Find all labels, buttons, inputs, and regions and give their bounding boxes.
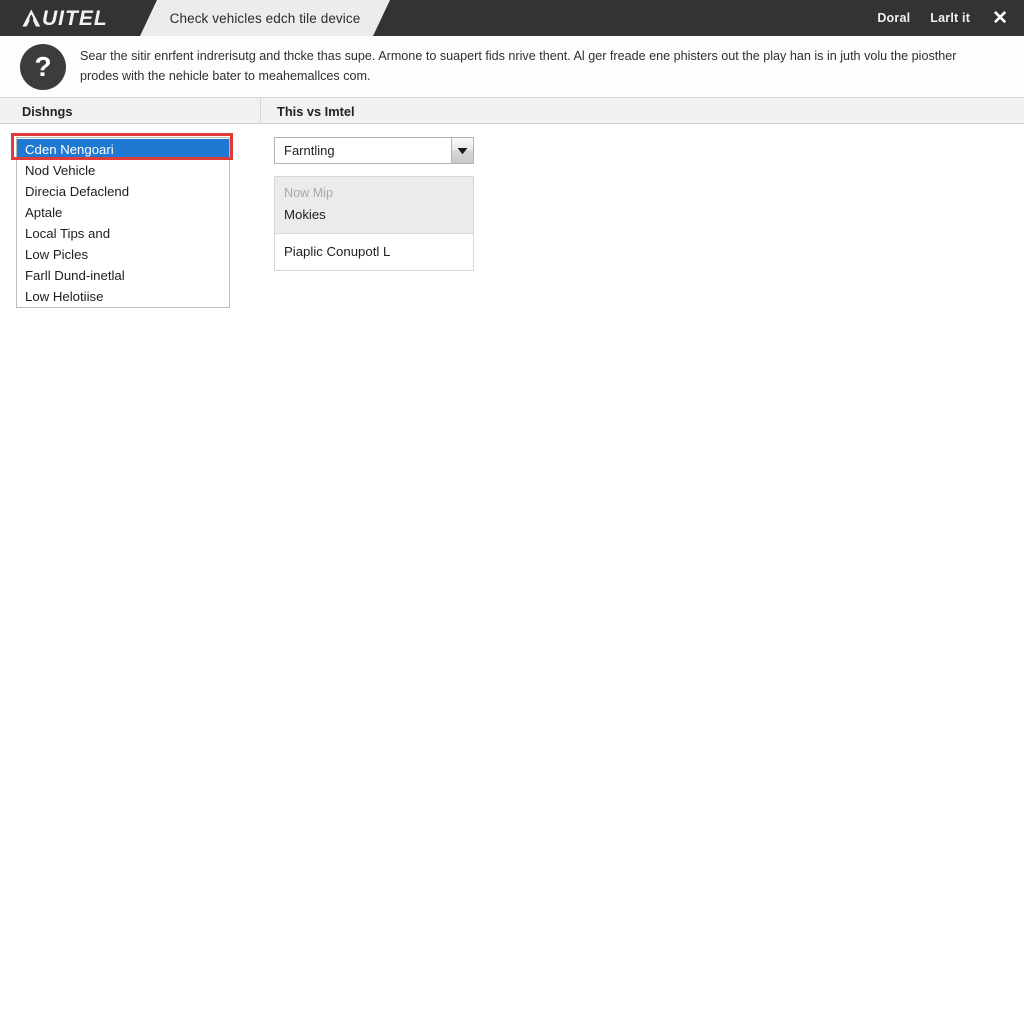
detail-panel-item[interactable]: Piaplic Conupotl L <box>284 242 473 262</box>
detail-panel: Now Mip Mokies Piaplic Conupotl L <box>274 176 474 271</box>
column-divider <box>260 98 261 124</box>
column-header-left: Dishngs <box>22 103 73 119</box>
tab-check-vehicles-label: Check vehicles edch tile device <box>169 10 361 26</box>
list-item[interactable]: Low Helotiise <box>17 286 229 307</box>
vehicle-select-dropdown[interactable]: Farntling <box>274 137 474 164</box>
column-header-bar: Dishngs This vs Imtel <box>0 98 1024 124</box>
titlebar-link-larlt-it[interactable]: Larlt it <box>930 11 970 25</box>
tab-check-vehicles[interactable]: Check vehicles edch tile device <box>140 0 390 36</box>
autel-flame-a-icon <box>22 9 41 27</box>
question-mark-icon: ? <box>20 43 66 90</box>
list-item[interactable]: Local Tips and <box>17 223 229 244</box>
list-item[interactable]: Nod Vehicle <box>17 160 229 181</box>
titlebar-actions: Doral Larlt it ✕ <box>877 0 1024 36</box>
vehicle-select-value: Farntling <box>284 143 335 158</box>
list-item[interactable]: Farll Dund-inetlal <box>17 265 229 286</box>
list-item[interactable]: Low Picles <box>17 244 229 265</box>
brand-logo-text: UITEL <box>22 8 108 29</box>
list-item[interactable]: Cden Nengoari <box>17 139 229 160</box>
detail-panel-body: Piaplic Conupotl L <box>275 233 473 270</box>
help-banner: ? Sear the sitir enrfent indrerisutg and… <box>0 36 1024 98</box>
help-banner-line-1: Sear the sitir enrfent indrerisutg and t… <box>80 48 957 63</box>
list-item[interactable]: Direcia Defaclend <box>17 181 229 202</box>
list-item[interactable]: Aptale <box>17 202 229 223</box>
help-banner-text: Sear the sitir enrfent indrerisutg and t… <box>80 47 980 86</box>
detail-panel-header: Now Mip Mokies <box>275 177 473 234</box>
help-banner-line-2: prodes with the nehicle bater to meahema… <box>80 68 371 83</box>
title-bar: UITEL Check vehicles edch tile device Do… <box>0 0 1024 36</box>
column-header-right: This vs Imtel <box>277 103 355 119</box>
detail-panel-caption: Now Mip <box>284 186 333 200</box>
brand-logo: UITEL <box>0 0 150 36</box>
chevron-down-icon[interactable] <box>451 138 473 163</box>
titlebar-link-doral[interactable]: Doral <box>877 11 910 25</box>
brand-name: UITEL <box>42 6 108 30</box>
close-icon[interactable]: ✕ <box>990 9 1010 28</box>
detail-panel-value: Mokies <box>284 207 326 223</box>
settings-list[interactable]: Cden Nengoari Nod Vehicle Direcia Defacl… <box>16 137 230 308</box>
